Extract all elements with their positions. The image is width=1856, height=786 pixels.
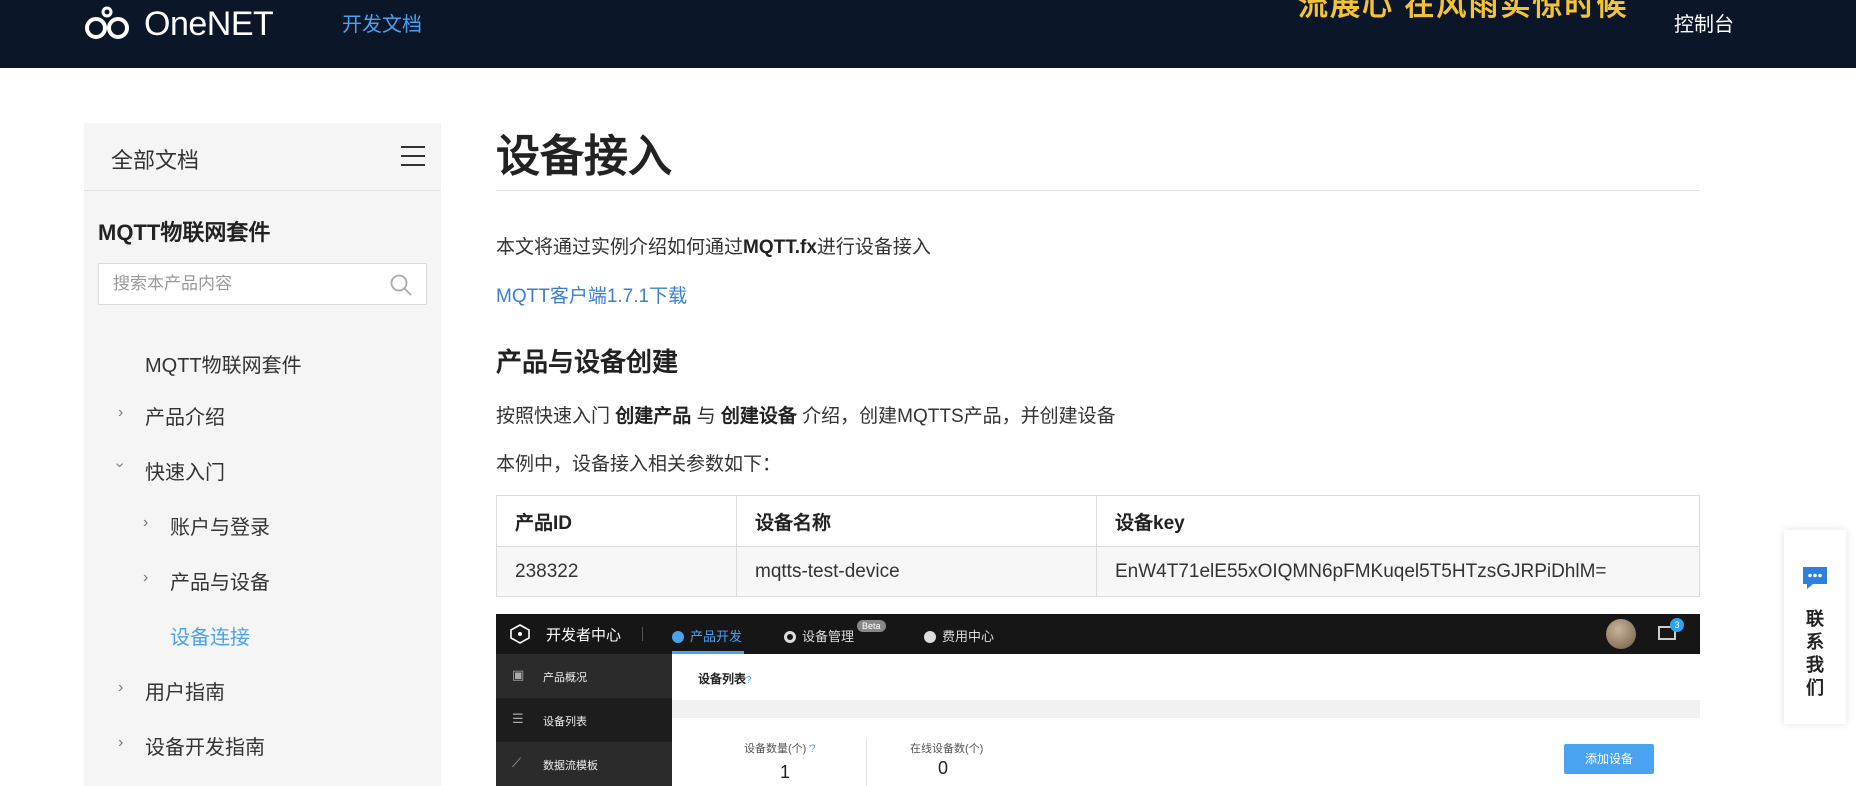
sidebar-item-product-device[interactable]: 产品与设备	[170, 566, 270, 595]
intro-bold: MQTT.fx	[743, 237, 817, 258]
cube-icon: ▣	[512, 667, 525, 682]
console-side-label: 产品概况	[543, 672, 587, 684]
online-count-label: 在线设备数(个)	[910, 743, 984, 755]
list-icon: ☰	[512, 711, 524, 726]
online-count-value: 0	[938, 758, 949, 778]
chevron-right-icon[interactable]: ›	[118, 679, 123, 697]
nav-console[interactable]: 控制台	[1674, 8, 1734, 37]
sidebar-item-mqtt-suite[interactable]: MQTT物联网套件	[145, 349, 302, 378]
tab-device-mgmt-label: 设备管理	[802, 629, 855, 644]
console-topbar: 开发者中心 产品开发 设备管理 Beta 费用中心 3	[496, 614, 1700, 654]
yen-icon	[924, 631, 936, 643]
sidebar-item-user-guide[interactable]: 用户指南	[145, 676, 225, 705]
params-intro: 本例中，设备接入相关参数如下：	[496, 454, 782, 475]
sidebar-header: 全部文档	[84, 123, 441, 191]
console-side-label: 数据流模板	[543, 760, 598, 772]
cube-logo-icon	[510, 624, 530, 644]
chevron-right-icon[interactable]: ›	[143, 514, 148, 532]
cell-product-id: 238322	[496, 546, 737, 597]
sidebar-title: 全部文档	[111, 148, 200, 173]
console-side-label: 设备列表	[543, 716, 587, 728]
active-tab-underline	[672, 651, 744, 654]
stat-divider	[866, 738, 867, 786]
console-side-item: ⟋ 数据流模板	[496, 742, 672, 786]
sidebar-item-quickstart[interactable]: 快速入门	[145, 456, 225, 485]
console-sidebar: ▣ 产品概况 ☰ 设备列表 ⟋ 数据流模板	[496, 654, 672, 786]
cell-device-key: EnW4T71elE55xOIQMN6pFMKuqel5T5HTzsGJRPiD…	[1096, 546, 1700, 597]
search-icon[interactable]	[390, 274, 412, 296]
sidebar-search	[98, 263, 427, 305]
device-params-table: 产品ID 设备名称 设备key 238322 mqtts-test-device…	[496, 495, 1700, 597]
p2-part-a: 按照快速入门	[496, 406, 616, 427]
sidebar-item-account-login[interactable]: 账户与登录	[170, 511, 270, 540]
device-count-label: 设备数量(个) ?	[744, 740, 816, 756]
sidebar-item-device-connect[interactable]: 设备连接	[170, 621, 250, 650]
tab-product-dev: 产品开发	[672, 626, 742, 645]
chevron-right-icon[interactable]: ›	[118, 404, 123, 422]
tab-billing-label: 费用中心	[942, 629, 995, 644]
tab-product-dev-label: 产品开发	[690, 629, 743, 644]
console-brand: 开发者中心	[546, 627, 622, 644]
nav-dev-docs[interactable]: 开发文档	[342, 8, 422, 37]
device-count-text: 设备数量(个)	[744, 743, 807, 755]
crumb-label: 设备列表	[698, 672, 747, 686]
help-icon: ?	[809, 743, 816, 755]
create-instructions: 按照快速入门 创建产品 与 创建设备 介绍，创建MQTTS产品，并创建设备	[496, 401, 1116, 428]
sidebar-item-device-dev-guide[interactable]: 设备开发指南	[145, 731, 265, 760]
console-side-item: ☰ 设备列表	[496, 698, 672, 742]
beta-badge: Beta	[857, 620, 886, 632]
search-input[interactable]	[99, 264, 369, 304]
header-product-id: 产品ID	[496, 495, 737, 547]
page-title: 设备接入	[496, 132, 672, 181]
console-screenshot-image: 开发者中心 产品开发 设备管理 Beta 费用中心 3 ▣ 产品概况 ☰ 设备列…	[496, 614, 1700, 786]
p2-part-e: 介绍，创建MQTTS产品，并创建设备	[796, 406, 1116, 427]
chat-icon	[1803, 567, 1827, 589]
contact-us-label: 联系我们	[1806, 609, 1824, 698]
intro-prefix: 本文将通过实例介绍如何通过	[496, 237, 744, 258]
device-count-value: 1	[780, 762, 791, 782]
chevron-right-icon[interactable]: ›	[143, 569, 148, 587]
divider	[642, 627, 643, 641]
mqtt-client-download-link[interactable]: MQTT客户端1.7.1下载	[496, 281, 687, 308]
add-device-button: 添加设备	[1564, 744, 1654, 774]
chevron-right-icon[interactable]: ›	[118, 734, 123, 752]
table-row: 238322 mqtts-test-device EnW4T71elE55xOI…	[496, 546, 1700, 597]
mail-count-badge: 3	[1670, 618, 1684, 632]
device-mgmt-icon	[784, 631, 796, 643]
logo-text: OneNET	[144, 4, 274, 43]
create-device-bold: 创建设备	[720, 406, 797, 427]
header-device-key: 设备key	[1096, 495, 1700, 547]
table-header-row: 产品ID 设备名称 设备key	[496, 495, 1700, 547]
tab-device-mgmt: 设备管理	[784, 626, 854, 645]
create-product-bold: 创建产品	[615, 406, 692, 427]
onenet-logo[interactable]: OneNET	[84, 4, 274, 43]
top-navbar: OneNET 开发文档 流展心 在风雨实惊时候 控制台	[0, 0, 1856, 68]
help-icon: ?	[746, 675, 752, 686]
section-heading: 产品与设备创建	[496, 347, 679, 377]
sidebar-product-title: MQTT物联网套件	[98, 220, 271, 245]
hamburger-menu-icon[interactable]	[401, 145, 425, 167]
product-dev-icon	[672, 631, 684, 643]
onenet-logo-icon	[85, 6, 129, 39]
contact-us-widget[interactable]: 联系我们	[1784, 530, 1846, 724]
intro-paragraph: 本文将通过实例介绍如何通过MQTT.fx进行设备接入	[496, 232, 931, 259]
tab-billing: 费用中心	[924, 626, 994, 645]
console-breadcrumb: 设备列表?	[698, 670, 752, 687]
avatar	[1606, 619, 1636, 649]
console-divider-strip	[672, 700, 1700, 718]
sidebar-item-product-intro[interactable]: 产品介绍	[145, 401, 225, 430]
docs-sidebar: 全部文档 MQTT物联网套件 MQTT物联网套件 › 产品介绍 › 快速入门 ›…	[84, 123, 441, 786]
p2-part-c: 与	[691, 406, 721, 427]
console-side-item: ▣ 产品概况	[496, 654, 672, 698]
title-divider	[496, 190, 1700, 191]
header-device-name: 设备名称	[736, 495, 1097, 547]
chevron-down-icon[interactable]: ›	[111, 462, 129, 467]
cell-device-name: mqtts-test-device	[736, 546, 1097, 597]
intro-suffix: 进行设备接入	[816, 237, 931, 258]
promo-banner-text[interactable]: 流展心 在风雨实惊时候	[1298, 0, 1628, 24]
datastream-icon: ⟋	[512, 755, 522, 770]
